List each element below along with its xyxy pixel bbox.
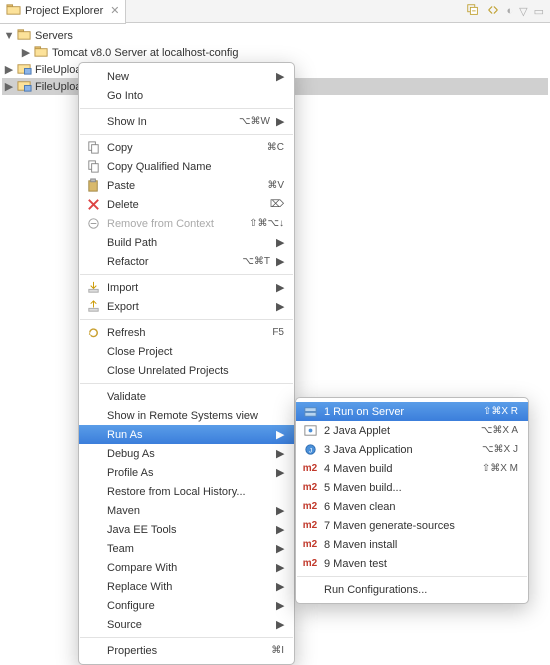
submenu-java-applet[interactable]: 2 Java Applet⌥⌘X A [296,421,528,440]
menu-replace-with[interactable]: Replace With▶ [79,577,294,596]
delete-icon [85,197,101,213]
submenu-java-application[interactable]: J3 Java Application⌥⌘X J [296,440,528,459]
twistie-closed-icon[interactable]: ▶ [4,65,14,75]
menu-remove-context[interactable]: Remove from Context⇧⌘⌥↓ [79,214,294,233]
view-menu-icon[interactable]: ▽ [519,5,527,18]
menu-new[interactable]: New▶ [79,67,294,86]
menu-validate[interactable]: Validate [79,387,294,406]
folder-servers-icon [17,27,32,45]
submenu-maven-build[interactable]: m24 Maven build⇧⌘X M [296,459,528,478]
menu-team[interactable]: Team▶ [79,539,294,558]
menu-export[interactable]: Export▶ [79,297,294,316]
submenu-maven-install[interactable]: m28 Maven install [296,535,528,554]
twistie-open-icon[interactable]: ▼ [4,31,14,41]
menu-paste[interactable]: Paste⌘V [79,176,294,195]
menu-separator [80,108,293,109]
menu-configure[interactable]: Configure▶ [79,596,294,615]
java-applet-icon [302,423,318,439]
menu-refactor[interactable]: Refactor⌥⌘T▶ [79,252,294,271]
context-menu: New▶ Go Into Show In⌥⌘W▶ Copy⌘C Copy Qua… [78,62,295,665]
server-icon [302,404,318,420]
twistie-closed-icon[interactable]: ▶ [4,82,14,92]
submenu-maven-test[interactable]: m29 Maven test [296,554,528,573]
submenu-run-on-server[interactable]: 1 Run on Server⇧⌘X R [296,402,528,421]
maven-icon: m2 [302,556,318,572]
menu-separator [80,319,293,320]
menu-separator [297,576,527,577]
menu-jee-tools[interactable]: Java EE Tools▶ [79,520,294,539]
maven-icon: m2 [302,461,318,477]
paste-icon [85,178,101,194]
focus-task-icon[interactable]: ◐ [506,5,513,17]
submenu-maven-build-dots[interactable]: m25 Maven build... [296,478,528,497]
collapse-all-icon[interactable] [466,3,480,20]
menu-show-in[interactable]: Show In⌥⌘W▶ [79,112,294,131]
panel-toolbar: ◐ ▽ ▭ [466,3,550,20]
submenu-maven-clean[interactable]: m26 Maven clean [296,497,528,516]
menu-close-project[interactable]: Close Project [79,342,294,361]
import-icon [85,280,101,296]
menu-copy[interactable]: Copy⌘C [79,138,294,157]
panel-title-text: Project Explorer [25,5,103,17]
menu-copy-qualified[interactable]: Copy Qualified Name [79,157,294,176]
menu-compare-with[interactable]: Compare With▶ [79,558,294,577]
submenu-maven-gensources[interactable]: m27 Maven generate-sources [296,516,528,535]
folder-icon [34,44,49,62]
project-icon [17,61,32,79]
copy-qualified-icon [85,159,101,175]
project-explorer-header: Project Explorer ✕ ◐ ▽ ▭ [0,0,550,23]
menu-profile-as[interactable]: Profile As▶ [79,463,294,482]
refresh-icon [85,325,101,341]
project-explorer-tab[interactable]: Project Explorer ✕ [0,0,126,24]
submenu-run-configurations[interactable]: Run Configurations... [296,580,528,599]
tree-node-tomcat[interactable]: ▶ Tomcat v8.0 Server at localhost-config [2,44,548,61]
twistie-closed-icon[interactable]: ▶ [21,48,31,58]
export-icon [85,299,101,315]
maven-icon: m2 [302,537,318,553]
menu-go-into[interactable]: Go Into [79,86,294,105]
menu-build-path[interactable]: Build Path▶ [79,233,294,252]
remove-context-icon [85,216,101,232]
project-icon [17,78,32,96]
link-editor-icon[interactable] [486,3,500,20]
menu-properties[interactable]: Properties⌘I [79,641,294,660]
submenu-run-as: 1 Run on Server⇧⌘X R 2 Java Applet⌥⌘X A … [295,397,529,604]
copy-icon [85,140,101,156]
maven-icon: m2 [302,518,318,534]
close-view-icon[interactable]: ✕ [110,4,119,17]
maven-icon: m2 [302,499,318,515]
menu-run-as[interactable]: Run As▶ [79,425,294,444]
tree-label: Servers [35,30,73,42]
menu-separator [80,134,293,135]
menu-separator [80,637,293,638]
menu-import[interactable]: Import▶ [79,278,294,297]
menu-close-unrelated[interactable]: Close Unrelated Projects [79,361,294,380]
menu-show-remote[interactable]: Show in Remote Systems view [79,406,294,425]
tree-label: Tomcat v8.0 Server at localhost-config [52,47,238,59]
svg-text:J: J [308,447,311,454]
maven-icon: m2 [302,480,318,496]
menu-separator [80,383,293,384]
menu-source[interactable]: Source▶ [79,615,294,634]
menu-delete[interactable]: Delete⌦ [79,195,294,214]
java-app-icon: J [302,442,318,458]
menu-debug-as[interactable]: Debug As▶ [79,444,294,463]
menu-restore-history[interactable]: Restore from Local History... [79,482,294,501]
menu-separator [80,274,293,275]
navigator-icon [6,2,21,20]
minimize-icon[interactable]: ▭ [534,5,544,18]
menu-maven[interactable]: Maven▶ [79,501,294,520]
menu-refresh[interactable]: RefreshF5 [79,323,294,342]
tree-node-servers[interactable]: ▼ Servers [2,27,548,44]
